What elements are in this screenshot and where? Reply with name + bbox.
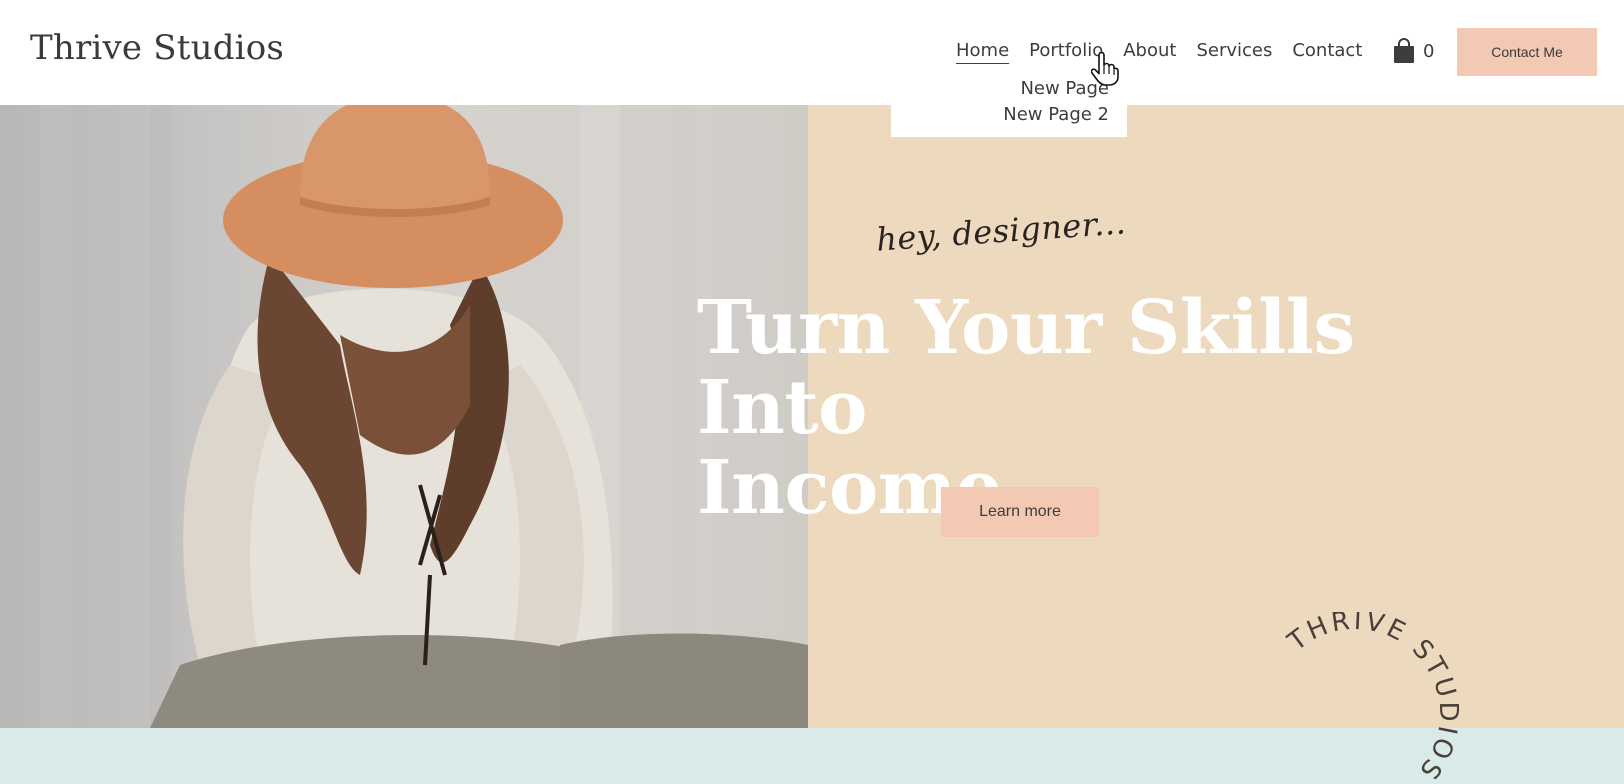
- svg-text:THRIVE STUDIOS THRIVE STUDIOS: THRIVE STUDIOS THRIVE STUDIOS: [1240, 612, 1463, 784]
- cart-link[interactable]: 0: [1392, 38, 1434, 64]
- main-nav: Home Portfolio About Services Contact: [956, 40, 1382, 61]
- learn-more-button[interactable]: Learn more: [941, 487, 1099, 537]
- nav-home[interactable]: Home: [956, 40, 1009, 61]
- hand-cursor-icon: [1090, 51, 1119, 90]
- nav-services[interactable]: Services: [1196, 40, 1272, 61]
- circular-brand-badge: THRIVE STUDIOS THRIVE STUDIOS: [1240, 612, 1463, 784]
- dropdown-item-new-page-2[interactable]: New Page 2: [1003, 104, 1109, 125]
- site-header: Thrive Studios Home Portfolio About Serv…: [0, 0, 1624, 105]
- site-title[interactable]: Thrive Studios: [30, 28, 284, 68]
- shopping-bag-icon: [1392, 38, 1416, 64]
- hero-photo: [0, 105, 808, 728]
- circular-brand-text: THRIVE STUDIOS THRIVE STUDIOS: [1240, 612, 1460, 784]
- nav-about[interactable]: About: [1123, 40, 1176, 61]
- contact-me-button[interactable]: Contact Me: [1457, 28, 1597, 76]
- hero-headline-line-1: Turn Your Skills Into: [697, 285, 1355, 451]
- cart-count: 0: [1423, 40, 1435, 62]
- nav-contact[interactable]: Contact: [1292, 40, 1362, 61]
